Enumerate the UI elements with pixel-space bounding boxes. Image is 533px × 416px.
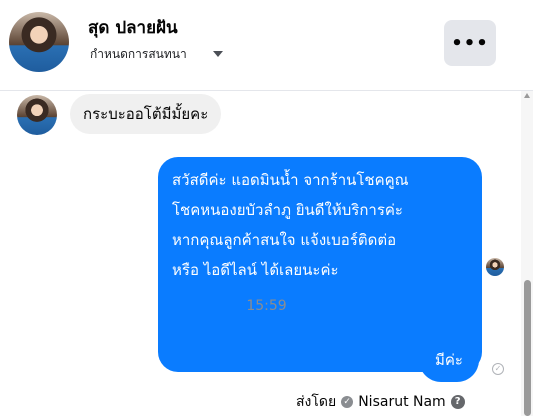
message-timestamp: 15:59 xyxy=(246,298,287,314)
message-line: หากคุณลูกค้าสนใจ แจ้งเบอร์ติดต่อ xyxy=(172,231,397,249)
conversation-header: สุด ปลายฝัน กำหนดการสนทนา ••• xyxy=(0,0,533,91)
sent-by-prefix: ส่งโดย xyxy=(296,394,337,410)
help-icon[interactable]: ? xyxy=(450,395,465,409)
message-line: หรือ ไอดีไลน์ ได้เลยนะค่ะ xyxy=(172,261,339,279)
contact-avatar[interactable] xyxy=(9,12,69,72)
seen-avatar xyxy=(486,258,504,276)
conversation-settings-link[interactable]: กำหนดการสนทนา xyxy=(90,45,187,64)
message-line: โชคหนองยบัวลำภู ยินดีให้บริการค่ะ xyxy=(172,201,403,219)
message-thread: กระบะออโต้มีมั้ยคะ สวัสดีค่ะ แอดมินน้ำ จ… xyxy=(0,91,533,416)
sent-by-name: Nisarut Nam xyxy=(358,394,446,410)
sender-avatar[interactable] xyxy=(17,95,57,135)
outgoing-message-short[interactable]: มีค่ะ xyxy=(419,338,479,382)
message-line: สวัสดีค่ะ แอดมินน้ำ จากร้านโชคคูณ xyxy=(172,171,409,189)
scroll-thumb[interactable] xyxy=(524,280,531,416)
incoming-message[interactable]: กระบะออโต้มีมั้ยคะ xyxy=(70,94,222,134)
scroll-up-icon[interactable] xyxy=(524,93,530,98)
sent-by-row: ส่งโดย ✓ Nisarut Nam ? xyxy=(296,391,465,413)
more-options-button[interactable]: ••• xyxy=(444,20,496,66)
scrollbar[interactable] xyxy=(521,91,533,416)
check-circle-icon: ✓ xyxy=(341,396,354,408)
contact-name[interactable]: สุด ปลายฝัน xyxy=(88,14,178,41)
sent-check-icon: ✓ xyxy=(492,363,504,375)
chevron-down-icon[interactable] xyxy=(213,51,223,57)
